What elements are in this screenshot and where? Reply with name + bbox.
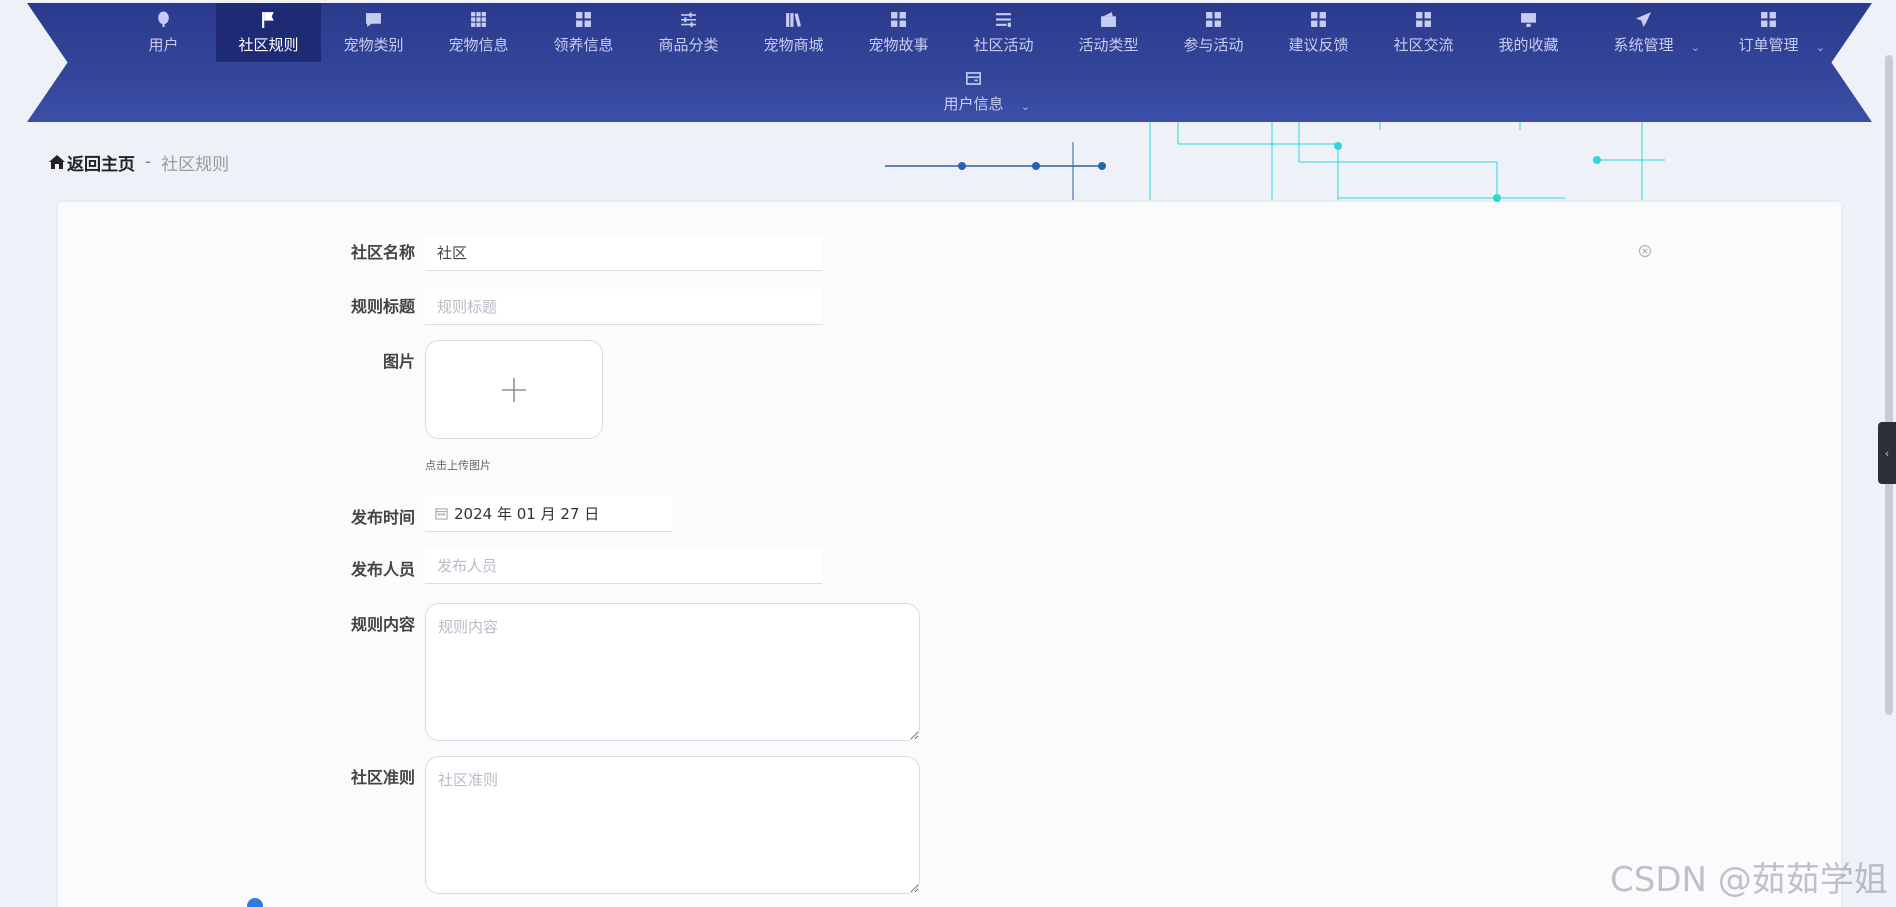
nav-label: 商品分类 xyxy=(658,35,719,54)
nav-label: 社区规则 xyxy=(238,35,299,54)
decor-circuit-lines xyxy=(885,122,1665,202)
nav-label: 用户 xyxy=(148,35,179,54)
apps-icon xyxy=(575,11,593,29)
nav-item-system-management[interactable]: 系统管理 ⌄ xyxy=(1581,3,1706,62)
nav-item-community-chat[interactable]: 社区交流 xyxy=(1371,3,1476,62)
home-icon xyxy=(49,155,65,169)
community-norms-label: 社区准则 xyxy=(350,768,415,787)
form-card: 社区名称 规则标题 图片 点击上传图片 发布时间 2024 年 01 月 27 … xyxy=(58,202,1841,907)
nav-label: 宠物故事 xyxy=(868,35,929,54)
monitor-icon xyxy=(1520,11,1538,29)
nav-item-activity-type[interactable]: 活动类型 xyxy=(1056,3,1161,62)
nav-label: 活动类型 xyxy=(1078,35,1139,54)
breadcrumb: 返回主页 - 社区规则 xyxy=(49,150,230,175)
nav-item-favorites[interactable]: 我的收藏 xyxy=(1476,3,1581,62)
nav-item-pet-info[interactable]: 宠物信息 xyxy=(426,3,531,62)
chevron-left-icon: ‹ xyxy=(1884,446,1890,460)
scrollbar-thumb[interactable] xyxy=(1885,55,1893,715)
chevron-down-icon: ⌄ xyxy=(1020,100,1030,113)
nav-item-product-category[interactable]: 商品分类 xyxy=(636,3,741,62)
chevron-down-icon: ⌄ xyxy=(1690,41,1700,54)
clear-icon[interactable] xyxy=(1638,244,1652,258)
nav-item-users[interactable]: 用户 xyxy=(111,3,216,62)
grid-icon xyxy=(470,11,488,29)
nav-item-join-activity[interactable]: 参与活动 xyxy=(1161,3,1266,62)
apps-icon xyxy=(1205,11,1223,29)
publisher-label: 发布人员 xyxy=(350,560,415,579)
image-label: 图片 xyxy=(382,352,415,371)
breadcrumb-home-link[interactable]: 返回主页 xyxy=(49,150,135,175)
rule-title-input[interactable] xyxy=(425,289,822,325)
rule-content-textarea[interactable] xyxy=(425,603,920,741)
nav-label: 宠物商城 xyxy=(763,35,824,54)
publish-time-label: 发布时间 xyxy=(350,508,415,527)
nav-label: 宠物类别 xyxy=(343,35,404,54)
nav-item-user-info[interactable]: 用户信息 ⌄ xyxy=(911,62,1036,121)
image-upload-button[interactable] xyxy=(425,340,603,439)
row-image: 图片 点击上传图片 xyxy=(58,340,603,473)
community-name-label: 社区名称 xyxy=(350,243,415,262)
row-publish-time: 发布时间 2024 年 01 月 27 日 xyxy=(58,496,672,540)
nav-label: 建议反馈 xyxy=(1288,35,1349,54)
community-name-input[interactable] xyxy=(425,235,822,271)
nav-item-pet-mall[interactable]: 宠物商城 xyxy=(741,3,846,62)
row-rule-content: 规则内容 xyxy=(58,603,920,741)
nav-label: 宠物信息 xyxy=(448,35,509,54)
wallet-icon xyxy=(1100,11,1118,29)
nav-label: 领养信息 xyxy=(553,35,614,54)
nav-row-1: 用户 社区规则 宠物类别 宠物信息 领养信息 商品分类 宠物商城 宠物故事 社区… xyxy=(111,3,1831,62)
top-nav: 用户 社区规则 宠物类别 宠物信息 领养信息 商品分类 宠物商城 宠物故事 社区… xyxy=(27,3,1872,122)
rule-content-label: 规则内容 xyxy=(350,615,415,634)
balloon-icon xyxy=(155,11,173,29)
nav-item-pet-story[interactable]: 宠物故事 xyxy=(846,3,951,62)
nav-item-pet-category[interactable]: 宠物类别 xyxy=(321,3,426,62)
chevron-down-icon: ⌄ xyxy=(1815,41,1825,54)
nav-label: 社区交流 xyxy=(1393,35,1454,54)
nav-label: 用户信息 xyxy=(943,94,1004,113)
upload-tip: 点击上传图片 xyxy=(425,459,491,472)
apps-icon xyxy=(890,11,908,29)
breadcrumb-home-label: 返回主页 xyxy=(67,154,135,175)
apps-icon xyxy=(1415,11,1433,29)
nav-item-order-management[interactable]: 订单管理 ⌄ xyxy=(1706,3,1831,62)
nav-item-community-activity[interactable]: 社区活动 xyxy=(951,3,1056,62)
send-icon xyxy=(1635,11,1653,29)
breadcrumb-separator: - xyxy=(145,152,152,172)
breadcrumb-current: 社区规则 xyxy=(161,154,230,175)
row-community-norms: 社区准则 xyxy=(58,756,920,894)
apps-icon xyxy=(1760,11,1778,29)
community-norms-textarea[interactable] xyxy=(425,756,920,894)
nav-item-adoption[interactable]: 领养信息 xyxy=(531,3,636,62)
publish-time-picker[interactable]: 2024 年 01 月 27 日 xyxy=(425,496,672,532)
nav-label: 我的收藏 xyxy=(1498,35,1559,54)
sliders-icon xyxy=(680,11,698,29)
nav-label: 系统管理 xyxy=(1613,35,1674,54)
rule-title-label: 规则标题 xyxy=(350,297,415,316)
nav-label: 社区活动 xyxy=(973,35,1034,54)
floating-dot[interactable] xyxy=(247,898,263,907)
publish-time-value: 2024 年 01 月 27 日 xyxy=(454,505,600,523)
apps-icon xyxy=(1310,11,1328,29)
chat-icon xyxy=(365,11,383,29)
books-icon xyxy=(785,11,803,29)
watermark-text: CSDN @茹茹学姐 xyxy=(1610,860,1888,900)
plus-icon xyxy=(502,377,526,402)
row-publisher: 发布人员 xyxy=(58,548,822,592)
nav-item-community-rules[interactable]: 社区规则 xyxy=(216,3,321,62)
nav-row-2: 用户信息 ⌄ xyxy=(911,62,1036,121)
row-rule-title: 规则标题 xyxy=(58,289,822,325)
row-community-name: 社区名称 xyxy=(58,235,822,271)
nav-label: 参与活动 xyxy=(1183,35,1244,54)
nav-label: 订单管理 xyxy=(1738,35,1799,54)
card-icon xyxy=(965,70,983,88)
flag-icon xyxy=(260,11,278,29)
list-icon xyxy=(995,11,1013,29)
nav-item-feedback[interactable]: 建议反馈 xyxy=(1266,3,1371,62)
calendar-icon xyxy=(435,508,448,520)
side-panel-toggle[interactable]: ‹ xyxy=(1878,422,1896,484)
publisher-input[interactable] xyxy=(425,548,822,584)
